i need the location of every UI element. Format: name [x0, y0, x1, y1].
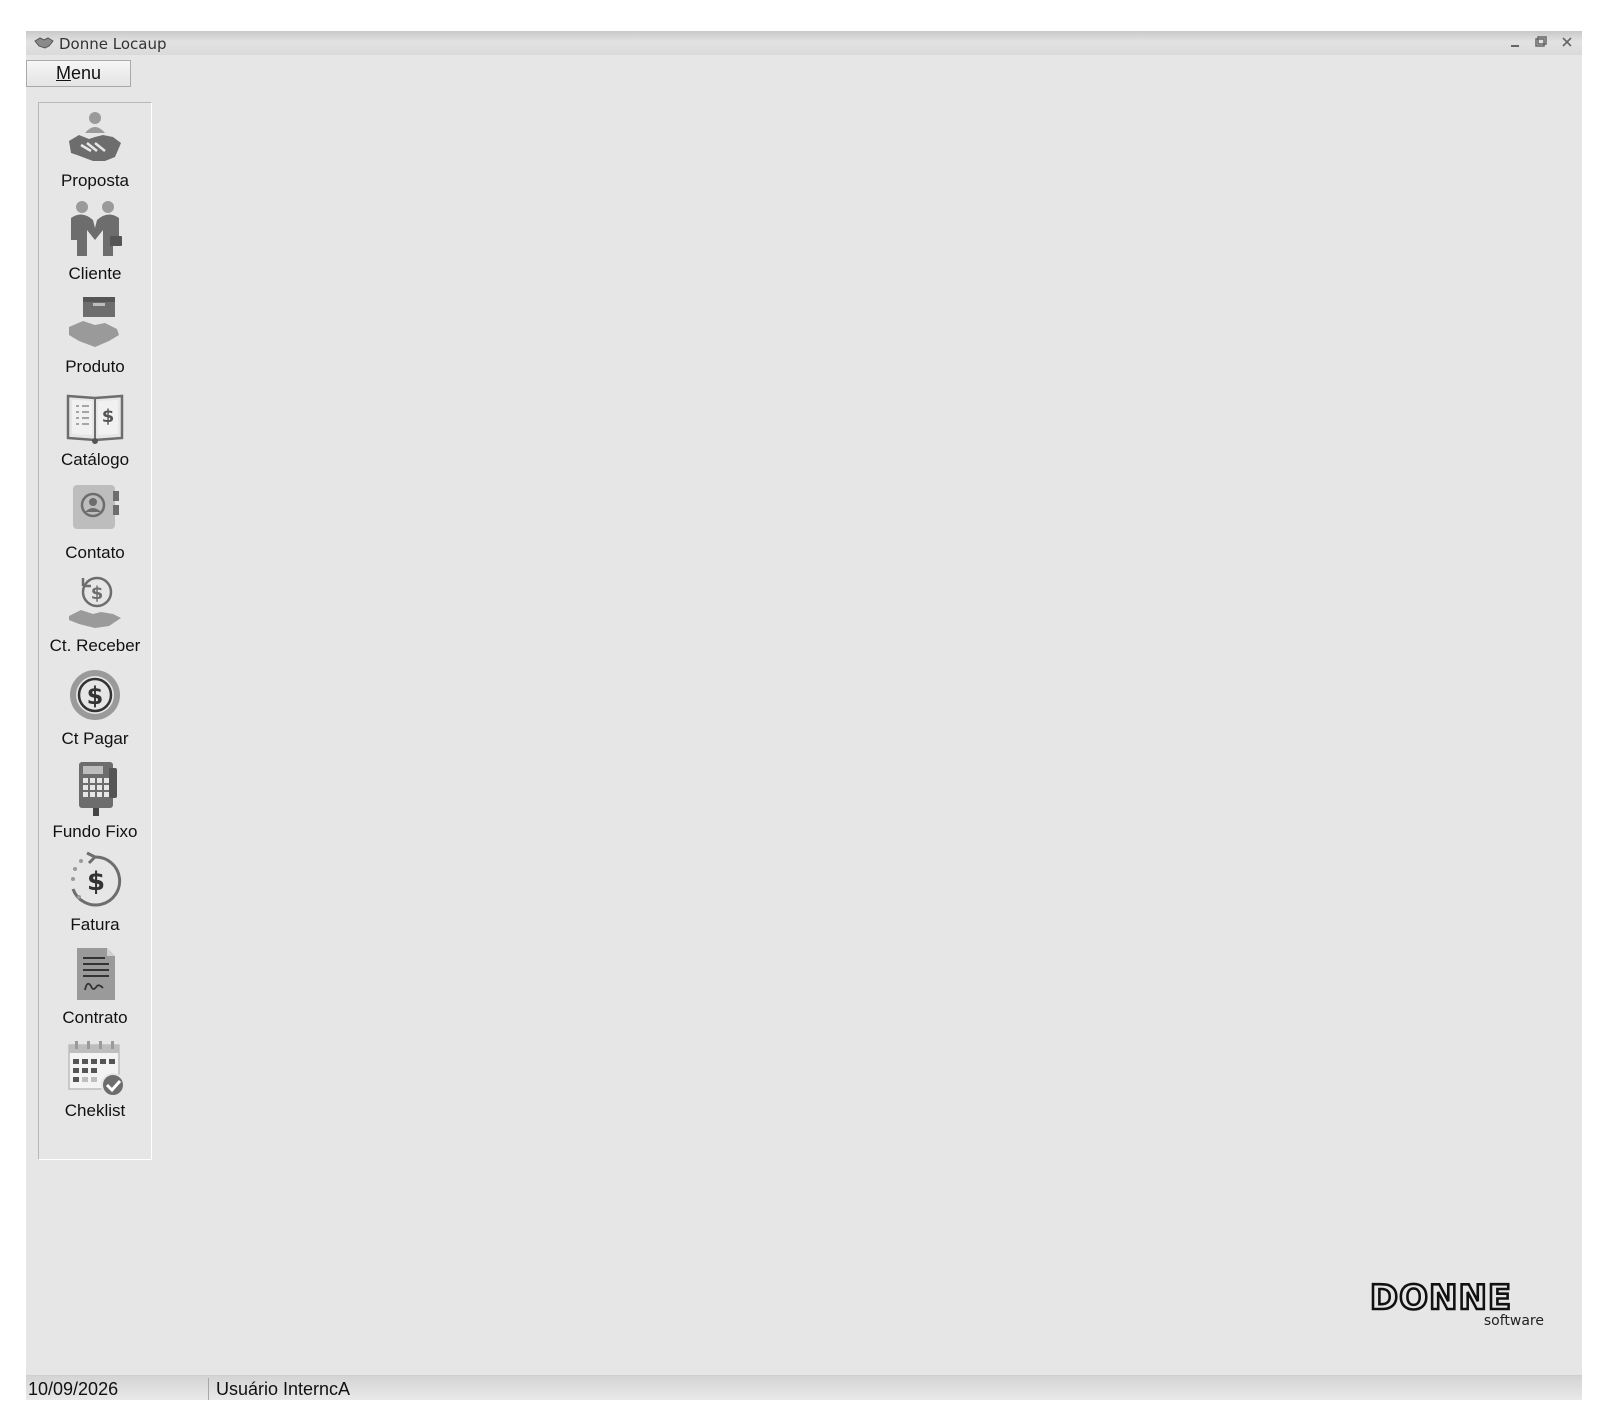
- close-button[interactable]: [1558, 34, 1576, 52]
- logo-brand: DONNE: [1370, 1278, 1512, 1318]
- maximize-button[interactable]: [1532, 34, 1550, 52]
- contact-book-icon: [73, 485, 119, 529]
- sidebar-item-label: Proposta: [60, 171, 130, 190]
- sidebar-item-label: Fatura: [70, 915, 120, 934]
- sidebar-item-label: Cheklist: [64, 1101, 126, 1120]
- svg-text:$: $: [91, 583, 104, 604]
- sidebar-item-fatura[interactable]: $ Fatura: [39, 847, 151, 939]
- status-separator: [208, 1378, 209, 1400]
- menu-accelerator: M: [55, 63, 71, 83]
- donne-logo: DONNE software: [1369, 1277, 1544, 1329]
- handshake-icon: [69, 112, 121, 161]
- sidebar-item-ct-receber[interactable]: $ Ct. Receber: [39, 568, 151, 660]
- sidebar-item-catalogo[interactable]: $ Catálogo: [39, 382, 151, 474]
- sidebar-item-label: Contrato: [62, 1008, 128, 1027]
- svg-text:$: $: [87, 867, 105, 897]
- sidebar-item-produto[interactable]: Produto: [39, 289, 151, 381]
- status-date: 10/09/2026: [28, 1379, 119, 1399]
- sidebar-item-label: Ct. Receber: [49, 636, 141, 655]
- sidebar-item-label: Catálogo: [60, 450, 130, 469]
- sidebar-item-label: Cliente: [68, 264, 122, 283]
- sidebar-item-label: Fundo Fixo: [52, 822, 138, 841]
- sidebar: Proposta Cliente Produto $ Catálogo Cont…: [38, 102, 152, 1160]
- sidebar-item-proposta[interactable]: Proposta: [39, 103, 151, 195]
- dollar-refresh-icon: $: [71, 851, 122, 907]
- status-bar: 10/09/2026 Usuário InterncA: [26, 1375, 1582, 1400]
- contract-document-icon: [77, 948, 115, 1000]
- status-user: Usuário InterncA: [216, 1379, 351, 1399]
- app-window: Donne Locaup Menu Proposta Cliente Produ…: [26, 31, 1582, 1400]
- sidebar-item-label: Produto: [65, 357, 125, 376]
- money-receive-icon: $: [69, 576, 121, 628]
- menu-label: enu: [70, 63, 102, 83]
- sidebar-item-contrato[interactable]: Contrato: [39, 940, 151, 1032]
- calendar-check-icon: [68, 1041, 125, 1097]
- people-icon: [71, 201, 122, 256]
- sidebar-item-label: Contato: [65, 543, 125, 562]
- calculator-icon: [79, 762, 117, 816]
- minimize-icon: [1511, 45, 1519, 47]
- sidebar-item-cliente[interactable]: Cliente: [39, 196, 151, 288]
- sidebar-item-ct-pagar[interactable]: $ Ct Pagar: [39, 661, 151, 753]
- minimize-button[interactable]: [1506, 34, 1524, 52]
- sidebar-item-label: Ct Pagar: [61, 729, 129, 748]
- dollar-coin-icon: $: [70, 670, 120, 720]
- catalog-book-icon: $: [66, 394, 124, 444]
- sidebar-item-fundo-fixo[interactable]: Fundo Fixo: [39, 754, 151, 846]
- title-bar[interactable]: Donne Locaup: [26, 31, 1582, 55]
- close-icon: [1562, 37, 1572, 47]
- handshake-icon: [34, 37, 54, 49]
- sidebar-item-contato[interactable]: Contato: [39, 475, 151, 567]
- menu-bar: Menu: [26, 57, 131, 87]
- svg-text:$: $: [102, 406, 115, 427]
- sidebar-item-cheklist[interactable]: Cheklist: [39, 1033, 151, 1125]
- window-title: Donne Locaup: [59, 35, 167, 53]
- svg-text:$: $: [87, 682, 104, 710]
- menu-button[interactable]: Menu: [26, 60, 131, 87]
- logo-sub: software: [1484, 1313, 1544, 1329]
- restore-icon: [1535, 36, 1547, 47]
- package-hand-icon: [69, 297, 119, 347]
